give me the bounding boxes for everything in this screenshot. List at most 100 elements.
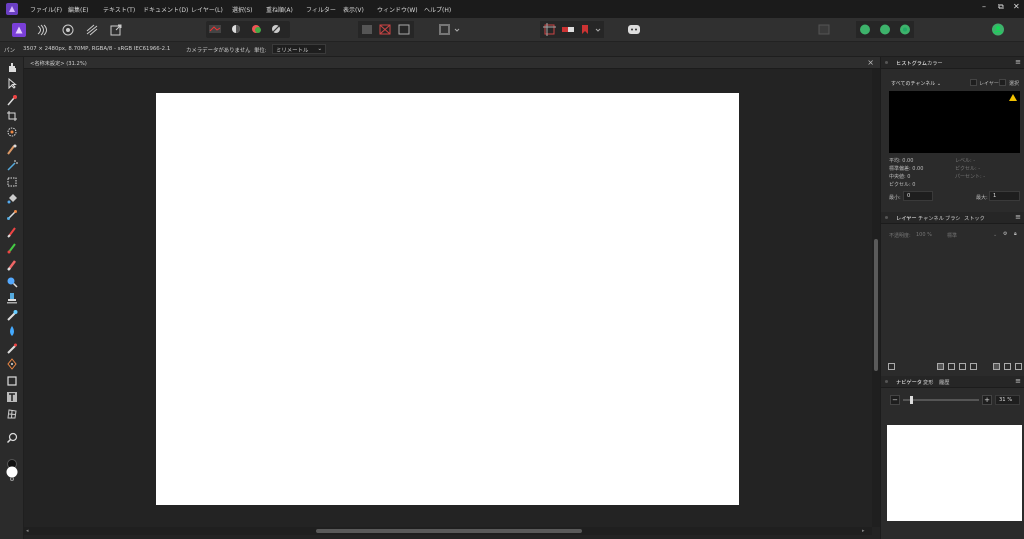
channel-dropdown[interactable]: すべてのチャンネル ⌄ (891, 80, 941, 87)
navigator-preview[interactable] (887, 425, 1022, 521)
tab-brushes[interactable]: ブラシ (945, 215, 960, 222)
tab-channels[interactable]: チャンネル (918, 215, 944, 222)
trash-icon[interactable] (1015, 363, 1022, 370)
horizontal-scrollbar[interactable]: ◂ ▸ (24, 527, 872, 535)
mask-layer-icon[interactable] (937, 363, 944, 370)
vertical-scrollbar[interactable] (872, 69, 880, 527)
selection-checkbox[interactable] (999, 79, 1006, 86)
minimize-button[interactable]: – (982, 2, 986, 11)
zoom-slider[interactable] (903, 396, 979, 404)
adjustment-layer-icon[interactable] (948, 363, 955, 370)
toolbar-extra-button[interactable] (816, 21, 832, 38)
quick-mask-dropdown[interactable] (436, 21, 462, 38)
document-tab[interactable]: <名称未設定> (31.2%) × (24, 57, 880, 69)
tool-marquee[interactable] (5, 175, 19, 189)
tab-navigator[interactable]: ナビゲータ (896, 379, 922, 386)
tool-gradient[interactable] (5, 208, 19, 222)
zoom-in-button[interactable]: + (982, 395, 992, 405)
tool-fill[interactable] (5, 192, 19, 206)
scroll-left-arrow-icon[interactable]: ◂ (26, 528, 29, 534)
tab-history[interactable]: 履歴 (939, 379, 949, 386)
tool-color-replacement[interactable] (5, 241, 19, 255)
panel-grip-icon[interactable] (885, 380, 888, 383)
chevron-down-icon[interactable]: ⌄ (993, 232, 997, 238)
tool-dodge[interactable] (5, 275, 19, 289)
layer-checkbox[interactable] (970, 79, 977, 86)
live-filter-icon[interactable] (970, 363, 977, 370)
lock-icon[interactable]: 🔒︎ (1014, 231, 1017, 237)
adjustment-group (206, 21, 290, 38)
liquify-persona-button[interactable] (36, 21, 50, 38)
tool-artistic-text[interactable] (5, 390, 19, 404)
menu-help[interactable]: ヘルプ(H) (424, 5, 451, 14)
photo-persona-button[interactable] (12, 21, 26, 38)
zoom-field[interactable]: 31 % (995, 395, 1020, 405)
develop-persona-button[interactable] (61, 21, 75, 38)
tool-zoom[interactable] (5, 431, 19, 445)
tab-transform[interactable]: 変形 (923, 379, 933, 386)
close-icon[interactable]: × (867, 58, 874, 67)
panel-menu-icon[interactable]: ≡ (1015, 377, 1021, 385)
tool-crop[interactable] (5, 109, 19, 123)
tool-mesh-warp[interactable] (5, 407, 19, 421)
menu-document[interactable]: ドキュメント(D) (143, 5, 188, 14)
affinity-photo-logo-icon[interactable] (6, 3, 18, 15)
unit-dropdown[interactable]: ミリメートル ⌄ (272, 44, 326, 54)
tab-stock[interactable]: ストック (964, 215, 985, 222)
panel-grip-icon[interactable] (885, 61, 888, 64)
min-field[interactable]: 0 (903, 191, 933, 201)
add-layer-icon[interactable] (1004, 363, 1011, 370)
tone-mapping-persona-button[interactable] (85, 21, 99, 38)
assistant-button[interactable] (626, 21, 642, 38)
menu-window[interactable]: ウィンドウ(W) (377, 5, 418, 14)
tool-blemish-removal[interactable] (5, 308, 19, 322)
panel-menu-icon[interactable]: ≡ (1015, 213, 1021, 221)
opacity-value[interactable]: 100 % (916, 232, 932, 238)
restore-button[interactable]: ⧉ (998, 2, 1004, 12)
tool-move[interactable] (5, 76, 19, 90)
tool-smudge[interactable] (5, 324, 19, 338)
vertical-scroll-thumb[interactable] (874, 239, 878, 371)
dodge-icon (7, 277, 18, 288)
tool-erase[interactable] (5, 258, 19, 272)
export-persona-button[interactable] (109, 21, 123, 38)
tool-view[interactable] (5, 60, 19, 74)
fx-icon[interactable] (959, 363, 966, 370)
scroll-right-arrow-icon[interactable]: ▸ (862, 528, 865, 534)
panel-menu-icon[interactable]: ≡ (1015, 58, 1021, 66)
add-group-icon[interactable] (993, 363, 1000, 370)
panel-grip-icon[interactable] (885, 216, 888, 219)
menu-filter[interactable]: フィルター (306, 5, 336, 14)
menu-view[interactable]: 表示(V) (343, 5, 364, 14)
account-button[interactable] (990, 21, 1006, 38)
zoom-out-button[interactable]: − (890, 395, 900, 405)
close-window-button[interactable]: ✕ (1013, 2, 1020, 11)
tool-flood-select[interactable] (5, 142, 19, 156)
layer-options-icon[interactable] (888, 363, 895, 370)
menu-edit[interactable]: 編集(E) (68, 5, 88, 14)
tool-selection-brush[interactable] (5, 125, 19, 139)
layers-list[interactable] (881, 241, 1024, 359)
tool-red-eye[interactable] (5, 341, 19, 355)
menu-file[interactable]: ファイル(F) (30, 5, 62, 14)
tool-rectangle[interactable] (5, 374, 19, 388)
tool-color-picker[interactable] (5, 93, 19, 107)
tool-pen[interactable] (5, 357, 19, 371)
max-field[interactable]: 1 (989, 191, 1020, 201)
tab-layers[interactable]: レイヤー (896, 215, 917, 222)
canvas[interactable] (156, 93, 739, 505)
horizontal-scroll-thumb[interactable] (316, 529, 582, 533)
menu-select[interactable]: 選択(S) (232, 5, 253, 14)
tab-histogram[interactable]: ヒストグラム (896, 60, 927, 67)
tab-color[interactable]: カラー (927, 60, 943, 67)
color-swatch[interactable] (5, 459, 19, 481)
menu-layer[interactable]: レイヤー(L) (191, 5, 223, 14)
menu-text[interactable]: テキスト(T) (103, 5, 135, 14)
tool-magic-wand[interactable] (5, 158, 19, 172)
tool-paint-brush[interactable] (5, 225, 19, 239)
menu-arrange[interactable]: 重ね順(A) (266, 5, 293, 14)
tool-clone[interactable] (5, 291, 19, 305)
gear-icon[interactable]: ⚙ (1003, 231, 1007, 237)
zoom-slider-thumb[interactable] (910, 396, 913, 404)
blend-mode-value[interactable]: 標準 (947, 232, 957, 239)
